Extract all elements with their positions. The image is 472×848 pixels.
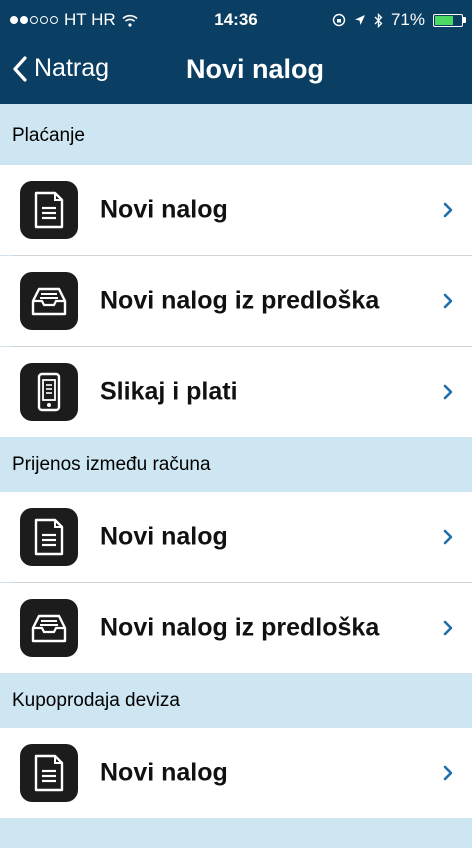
list-item-label: Novi nalog <box>100 195 228 224</box>
back-label: Natrag <box>34 54 110 82</box>
status-bar: HT HR 14:36 71% <box>0 0 472 38</box>
list-item-label: Novi nalog <box>100 522 228 551</box>
chevron-right-icon <box>443 293 453 309</box>
section-header-prijenos: Prijenos između računa <box>0 437 472 491</box>
list-item-novi-nalog[interactable]: Novi nalog <box>0 492 472 582</box>
top-bar: HT HR 14:36 71% Natrag Novi nalog <box>0 0 472 104</box>
nav-bar: Natrag Novi nalog <box>0 40 472 104</box>
document-icon <box>20 744 78 802</box>
list-item-label: Novi nalog <box>100 758 228 787</box>
list-item-slikaj-i-plati[interactable]: Slikaj i plati <box>0 347 472 437</box>
page-title: Novi nalog <box>186 54 325 84</box>
list-item-label: Novi nalog iz predloška <box>100 613 380 642</box>
list-item-label: Novi nalog iz predloška <box>100 286 380 315</box>
inbox-tray-icon <box>20 599 78 657</box>
list-item-novi-nalog[interactable]: Novi nalog <box>0 728 472 818</box>
section-header-kupoprodaja: Kupoprodaja deviza <box>0 673 472 727</box>
battery-icon <box>433 13 466 27</box>
list-item-novi-nalog-iz-predloska[interactable]: Novi nalog iz predloška <box>0 256 472 346</box>
status-right: 71% <box>332 10 466 30</box>
document-icon <box>20 508 78 566</box>
lock-rotation-icon <box>332 13 346 27</box>
inbox-tray-icon <box>20 272 78 330</box>
section-header-placanje: Plaćanje <box>0 108 472 162</box>
battery-percent: 71% <box>390 10 425 29</box>
list-item-novi-nalog-iz-predloska[interactable]: Novi nalog iz predloška <box>0 583 472 673</box>
chevron-right-icon <box>443 384 453 400</box>
chevron-right-icon <box>443 620 453 636</box>
document-icon <box>20 181 78 239</box>
chevron-right-icon <box>443 202 453 218</box>
back-button[interactable]: Natrag <box>12 54 109 83</box>
chevron-right-icon <box>443 765 453 781</box>
list-item-novi-nalog[interactable]: Novi nalog <box>0 165 472 255</box>
location-icon <box>354 15 365 25</box>
chevron-right-icon <box>443 529 453 545</box>
bluetooth-icon <box>374 12 383 28</box>
phone-camera-icon <box>20 363 78 421</box>
list-item-label: Slikaj i plati <box>100 377 238 406</box>
chevron-left-icon <box>13 55 27 82</box>
